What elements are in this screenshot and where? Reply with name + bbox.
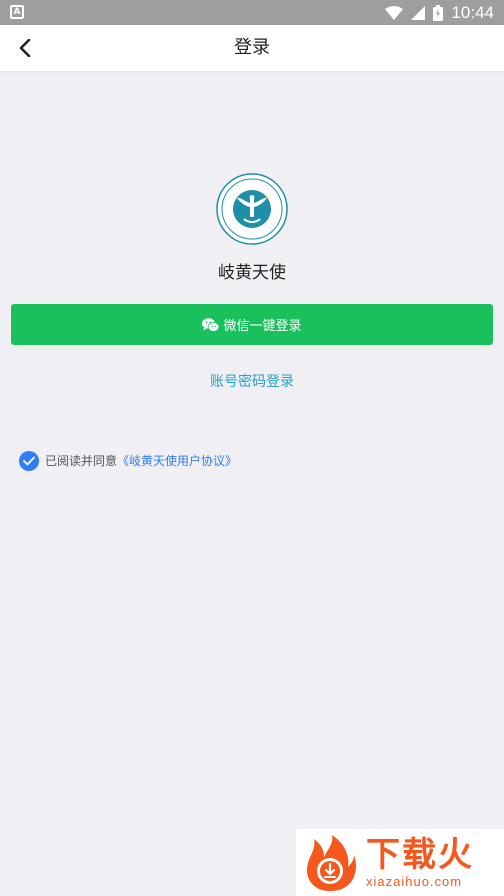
wechat-login-button[interactable]: 微信一键登录 — [11, 304, 493, 345]
wechat-login-label: 微信一键登录 — [223, 319, 302, 334]
checkmark-icon — [23, 456, 35, 465]
watermark-english: xiazaihuo.com — [366, 874, 463, 889]
status-bar: A 10:44 — [0, 0, 504, 25]
svg-text:★: ★ — [267, 207, 272, 214]
user-agreement-link[interactable]: 《岐黄天使用户协议》 — [117, 452, 237, 469]
watermark: 下载火 xiazaihuo.com — [296, 829, 504, 896]
wechat-icon — [202, 317, 220, 332]
wifi-icon — [385, 5, 404, 20]
agreement-text: 已阅读并同意 — [45, 454, 118, 468]
status-time: 10:44 — [451, 2, 494, 22]
battery-icon — [433, 4, 444, 21]
agreement-row: 已阅读并同意 《岐黄天使用户协议》 — [19, 450, 237, 471]
account-password-login-link[interactable]: 账号密码登录 — [0, 371, 504, 391]
navigation-bar: 登录 — [0, 25, 504, 71]
flame-logo-icon — [306, 834, 356, 891]
watermark-chinese: 下载火 — [366, 835, 474, 875]
page-title: 登录 — [234, 37, 270, 58]
agreement-checkbox[interactable] — [19, 450, 39, 471]
app-logo: ★ ★ — [216, 173, 288, 245]
status-icons: 10:44 — [385, 0, 494, 25]
signal-icon — [411, 5, 426, 20]
notification-icon: A — [10, 5, 24, 19]
svg-text:★: ★ — [232, 207, 237, 214]
app-name: 岐黄天使 — [218, 263, 286, 283]
